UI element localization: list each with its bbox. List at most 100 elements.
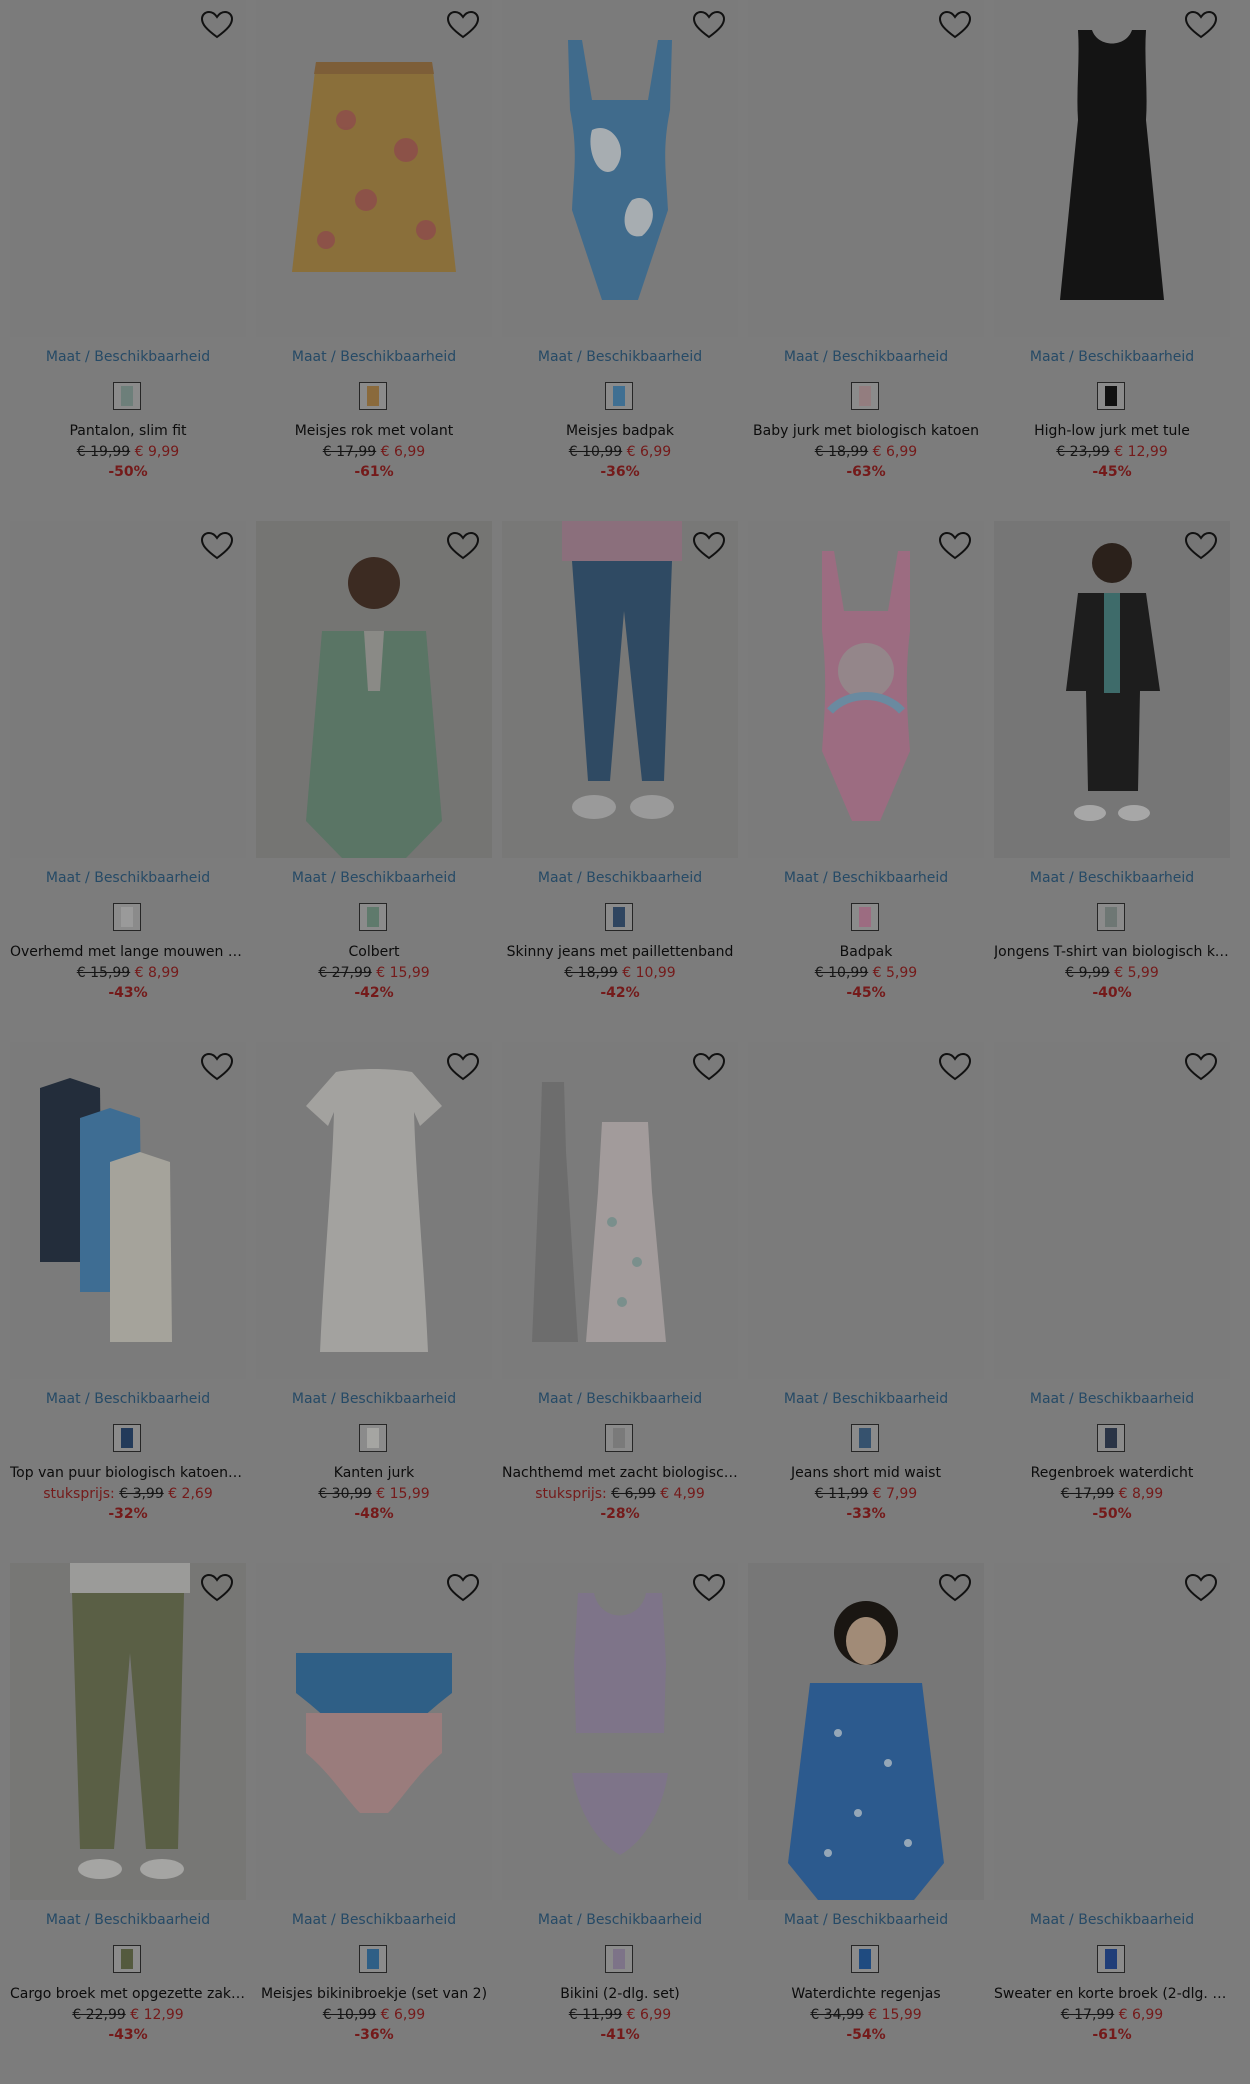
product-image[interactable]	[748, 521, 984, 858]
product-name[interactable]: Regenbroek waterdicht	[994, 1465, 1230, 1481]
heart-icon[interactable]	[446, 531, 480, 561]
product-name[interactable]: Nachthemd met zacht biologisch ka…	[502, 1465, 738, 1481]
size-availability-link[interactable]: Maat / Beschikbaarheid	[10, 870, 246, 886]
heart-icon[interactable]	[1184, 531, 1218, 561]
size-availability-link[interactable]: Maat / Beschikbaarheid	[748, 349, 984, 365]
product-card-p8[interactable]: Maat / Beschikbaarheid Skinny jeans met …	[502, 521, 738, 1042]
heart-icon[interactable]	[446, 1573, 480, 1603]
product-name[interactable]: Cargo broek met opgezette zakken	[10, 1986, 246, 2002]
product-image[interactable]	[502, 1563, 738, 1900]
heart-icon[interactable]	[938, 1573, 972, 1603]
size-availability-link[interactable]: Maat / Beschikbaarheid	[10, 1912, 246, 1928]
product-card-p12[interactable]: Maat / Beschikbaarheid Kanten jurk € 30,…	[256, 1042, 492, 1563]
product-name[interactable]: Kanten jurk	[256, 1465, 492, 1481]
color-swatch[interactable]	[1097, 903, 1125, 931]
product-card-p15[interactable]: Maat / Beschikbaarheid Regenbroek waterd…	[994, 1042, 1230, 1563]
product-card-p3[interactable]: Maat / Beschikbaarheid Meisjes badpak € …	[502, 0, 738, 521]
product-image[interactable]	[994, 521, 1230, 858]
heart-icon[interactable]	[1184, 1573, 1218, 1603]
color-swatch[interactable]	[359, 903, 387, 931]
product-name[interactable]: Meisjes bikinibroekje (set van 2)	[256, 1986, 492, 2002]
product-card-p2[interactable]: Maat / Beschikbaarheid Meisjes rok met v…	[256, 0, 492, 521]
product-image[interactable]	[994, 1042, 1230, 1379]
size-availability-link[interactable]: Maat / Beschikbaarheid	[10, 1391, 246, 1407]
product-name[interactable]: Overhemd met lange mouwen en st…	[10, 944, 246, 960]
product-image[interactable]	[502, 1042, 738, 1379]
color-swatch[interactable]	[113, 1424, 141, 1452]
product-image[interactable]	[502, 521, 738, 858]
product-name[interactable]: Badpak	[748, 944, 984, 960]
product-card-p16[interactable]: Maat / Beschikbaarheid Cargo broek met o…	[10, 1563, 246, 2084]
heart-icon[interactable]	[446, 1052, 480, 1082]
heart-icon[interactable]	[938, 10, 972, 40]
product-card-p20[interactable]: Maat / Beschikbaarheid Sweater en korte …	[994, 1563, 1230, 2084]
product-card-p18[interactable]: Maat / Beschikbaarheid Bikini (2-dlg. se…	[502, 1563, 738, 2084]
color-swatch[interactable]	[851, 1945, 879, 1973]
color-swatch[interactable]	[113, 1945, 141, 1973]
product-name[interactable]: High-low jurk met tule	[994, 423, 1230, 439]
color-swatch[interactable]	[851, 1424, 879, 1452]
product-card-p10[interactable]: Maat / Beschikbaarheid Jongens T-shirt v…	[994, 521, 1230, 1042]
color-swatch[interactable]	[359, 1945, 387, 1973]
heart-icon[interactable]	[1184, 10, 1218, 40]
product-name[interactable]: Jeans short mid waist	[748, 1465, 984, 1481]
color-swatch[interactable]	[113, 903, 141, 931]
size-availability-link[interactable]: Maat / Beschikbaarheid	[748, 870, 984, 886]
size-availability-link[interactable]: Maat / Beschikbaarheid	[994, 1912, 1230, 1928]
product-image[interactable]	[994, 0, 1230, 337]
size-availability-link[interactable]: Maat / Beschikbaarheid	[502, 349, 738, 365]
color-swatch[interactable]	[113, 382, 141, 410]
color-swatch[interactable]	[605, 1424, 633, 1452]
size-availability-link[interactable]: Maat / Beschikbaarheid	[502, 1912, 738, 1928]
product-name[interactable]: Pantalon, slim fit	[10, 423, 246, 439]
product-card-p14[interactable]: Maat / Beschikbaarheid Jeans short mid w…	[748, 1042, 984, 1563]
size-availability-link[interactable]: Maat / Beschikbaarheid	[256, 870, 492, 886]
product-image[interactable]	[748, 1563, 984, 1900]
product-image[interactable]	[256, 1042, 492, 1379]
product-name[interactable]: Bikini (2-dlg. set)	[502, 1986, 738, 2002]
size-availability-link[interactable]: Maat / Beschikbaarheid	[748, 1912, 984, 1928]
heart-icon[interactable]	[692, 1052, 726, 1082]
product-image[interactable]	[748, 0, 984, 337]
product-card-p1[interactable]: Maat / Beschikbaarheid Pantalon, slim fi…	[10, 0, 246, 521]
heart-icon[interactable]	[692, 10, 726, 40]
color-swatch[interactable]	[359, 1424, 387, 1452]
product-image[interactable]	[10, 0, 246, 337]
product-card-p4[interactable]: Maat / Beschikbaarheid Baby jurk met bio…	[748, 0, 984, 521]
product-image[interactable]	[10, 1042, 246, 1379]
heart-icon[interactable]	[200, 531, 234, 561]
product-image[interactable]	[256, 1563, 492, 1900]
color-swatch[interactable]	[605, 1945, 633, 1973]
size-availability-link[interactable]: Maat / Beschikbaarheid	[502, 870, 738, 886]
product-card-p6[interactable]: Maat / Beschikbaarheid Overhemd met lang…	[10, 521, 246, 1042]
color-swatch[interactable]	[359, 382, 387, 410]
color-swatch[interactable]	[605, 903, 633, 931]
color-swatch[interactable]	[851, 382, 879, 410]
heart-icon[interactable]	[938, 1052, 972, 1082]
product-image[interactable]	[256, 521, 492, 858]
color-swatch[interactable]	[1097, 1945, 1125, 1973]
heart-icon[interactable]	[200, 1052, 234, 1082]
heart-icon[interactable]	[1184, 1052, 1218, 1082]
product-image[interactable]	[10, 521, 246, 858]
heart-icon[interactable]	[200, 1573, 234, 1603]
product-card-p11[interactable]: Maat / Beschikbaarheid Top van puur biol…	[10, 1042, 246, 1563]
size-availability-link[interactable]: Maat / Beschikbaarheid	[994, 349, 1230, 365]
heart-icon[interactable]	[938, 531, 972, 561]
heart-icon[interactable]	[692, 1573, 726, 1603]
product-image[interactable]	[994, 1563, 1230, 1900]
product-name[interactable]: Jongens T-shirt van biologisch katoen	[994, 944, 1230, 960]
heart-icon[interactable]	[692, 531, 726, 561]
product-image[interactable]	[502, 0, 738, 337]
size-availability-link[interactable]: Maat / Beschikbaarheid	[10, 349, 246, 365]
size-availability-link[interactable]: Maat / Beschikbaarheid	[256, 1912, 492, 1928]
product-name[interactable]: Meisjes badpak	[502, 423, 738, 439]
heart-icon[interactable]	[446, 10, 480, 40]
size-availability-link[interactable]: Maat / Beschikbaarheid	[502, 1391, 738, 1407]
product-name[interactable]: Waterdichte regenjas	[748, 1986, 984, 2002]
heart-icon[interactable]	[200, 10, 234, 40]
product-name[interactable]: Top van puur biologisch katoen ( se…	[10, 1465, 246, 1481]
size-availability-link[interactable]: Maat / Beschikbaarheid	[994, 870, 1230, 886]
product-card-p19[interactable]: Maat / Beschikbaarheid Waterdichte regen…	[748, 1563, 984, 2084]
product-card-p9[interactable]: Maat / Beschikbaarheid Badpak € 10,99 € …	[748, 521, 984, 1042]
